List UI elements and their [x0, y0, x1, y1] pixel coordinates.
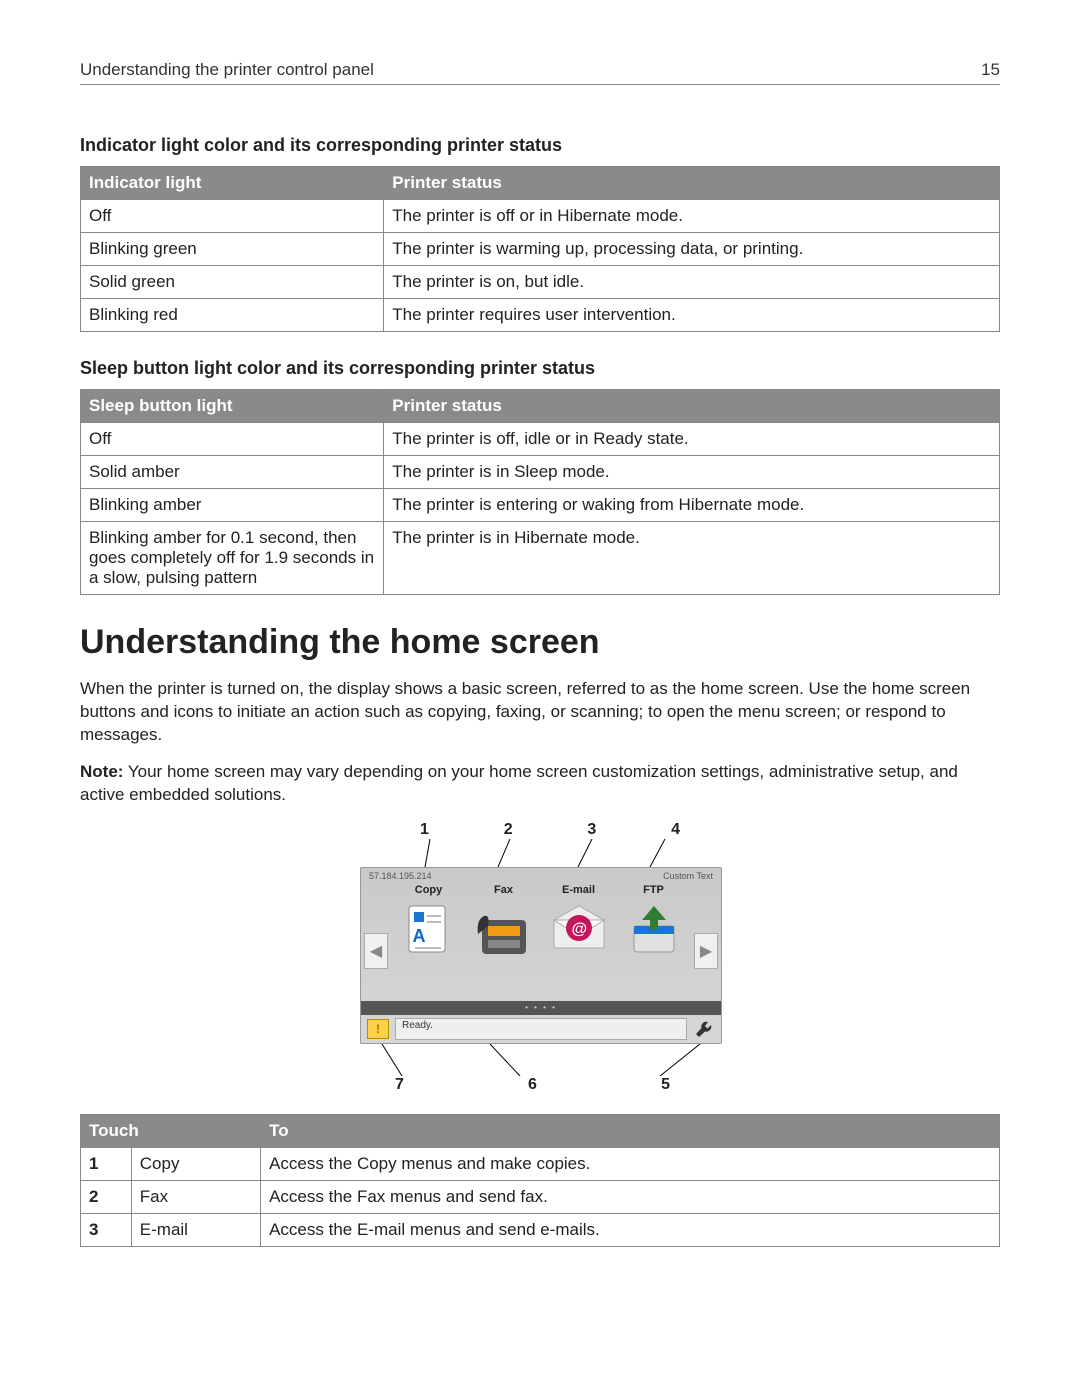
settings-icon[interactable] — [693, 1018, 715, 1040]
touch-table: Touch To 1 Copy Access the Copy menus an… — [80, 1114, 1000, 1247]
page-number: 15 — [981, 60, 1000, 80]
sleep-heading: Sleep button light color and its corresp… — [80, 358, 1000, 379]
th-touch: Touch — [81, 1114, 261, 1147]
indicator-heading: Indicator light color and its correspond… — [80, 135, 1000, 156]
table-row: Blinking amber for 0.1 second, then goes… — [81, 522, 1000, 595]
callout-top-row: 1 2 3 4 — [360, 821, 720, 839]
table-row: 1 Copy Access the Copy menus and make co… — [81, 1147, 1000, 1180]
callout-6: 6 — [528, 1076, 537, 1094]
callout-3: 3 — [587, 821, 596, 839]
fax-icon — [474, 900, 534, 960]
warning-icon[interactable]: ! — [367, 1019, 389, 1039]
note-label: Note: — [80, 762, 123, 781]
note-text: Your home screen may vary depending on y… — [80, 762, 958, 804]
table-row: Blinking greenThe printer is warming up,… — [81, 233, 1000, 266]
callout-1: 1 — [420, 821, 429, 839]
th-status: Printer status — [384, 167, 1000, 200]
sleep-table: Sleep button light Printer status OffThe… — [80, 389, 1000, 595]
table-row: 3 E-mail Access the E-mail menus and sen… — [81, 1213, 1000, 1246]
page-header: Understanding the printer control panel … — [80, 60, 1000, 85]
leader-lines-top — [360, 839, 720, 867]
table-row: 2 Fax Access the Fax menus and send fax. — [81, 1180, 1000, 1213]
leader-lines-bottom — [360, 1044, 720, 1076]
table-row: Blinking redThe printer requires user in… — [81, 299, 1000, 332]
svg-text:A: A — [412, 926, 425, 946]
home-icon-fax[interactable]: Fax — [469, 884, 539, 965]
home-screen-figure: 1 2 3 4 57.184.195.214 Custom Text ◀ ▶ C… — [360, 821, 720, 1094]
screen-ip: 57.184.195.214 — [369, 871, 432, 881]
icon-label: E-mail — [544, 884, 614, 896]
icon-label: FTP — [619, 884, 689, 896]
printer-screen: 57.184.195.214 Custom Text ◀ ▶ Copy A Fa… — [360, 867, 722, 1044]
page-dots: • • • • — [361, 1001, 721, 1015]
home-screen-para1: When the printer is turned on, the displ… — [80, 678, 1000, 747]
indicator-table: Indicator light Printer status OffThe pr… — [80, 166, 1000, 332]
table-row: Blinking amberThe printer is entering or… — [81, 489, 1000, 522]
home-icon-ftp[interactable]: FTP — [619, 884, 689, 965]
header-title: Understanding the printer control panel — [80, 60, 374, 80]
callout-bottom-row: 7 6 5 — [360, 1076, 720, 1094]
scroll-right-button[interactable]: ▶ — [694, 933, 718, 969]
ftp-icon — [626, 900, 682, 960]
th-sleep-light: Sleep button light — [81, 390, 384, 423]
copy-icon: A — [401, 900, 457, 960]
email-icon: @ — [550, 900, 608, 960]
th-sleep-status: Printer status — [384, 390, 1000, 423]
home-screen-title: Understanding the home screen — [80, 623, 1000, 662]
callout-7: 7 — [395, 1076, 404, 1094]
table-row: OffThe printer is off, idle or in Ready … — [81, 423, 1000, 456]
scroll-left-button[interactable]: ◀ — [364, 933, 388, 969]
home-icon-email[interactable]: E-mail @ — [544, 884, 614, 965]
table-row: Solid amberThe printer is in Sleep mode. — [81, 456, 1000, 489]
th-indicator: Indicator light — [81, 167, 384, 200]
callout-2: 2 — [504, 821, 513, 839]
status-bar[interactable]: Ready. — [395, 1018, 687, 1040]
home-icon-copy[interactable]: Copy A — [394, 884, 464, 965]
callout-4: 4 — [671, 821, 680, 839]
table-row: Solid greenThe printer is on, but idle. — [81, 266, 1000, 299]
th-to: To — [261, 1114, 1000, 1147]
screen-custom-text: Custom Text — [663, 871, 713, 881]
callout-5: 5 — [661, 1076, 670, 1094]
icon-label: Copy — [394, 884, 464, 896]
svg-text:@: @ — [571, 921, 587, 938]
table-row: OffThe printer is off or in Hibernate mo… — [81, 200, 1000, 233]
icon-label: Fax — [469, 884, 539, 896]
home-screen-note: Note: Your home screen may vary dependin… — [80, 761, 1000, 807]
